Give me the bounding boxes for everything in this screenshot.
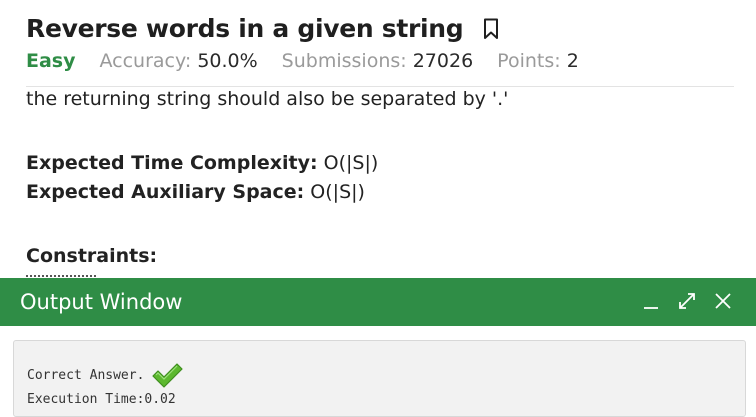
result-text: Correct Answer. [27,367,145,383]
output-window-title: Output Window [20,290,183,314]
auxiliary-space: Expected Auxiliary Space: O(|S|) [26,181,365,203]
expand-icon[interactable] [676,290,698,312]
difficulty-badge: Easy [26,50,76,72]
output-window: Output Window Correct Answer. Execution … [0,278,756,417]
auxiliary-space-value: O(|S|) [310,181,365,203]
problem-header: Reverse words in a given string Easy Acc… [26,14,734,87]
window-controls [640,290,734,312]
submissions-label: Submissions: [281,50,407,72]
points-value: 2 [566,50,579,72]
problem-meta: Easy Accuracy: 50.0% Submissions: 27026 … [26,50,603,72]
minimize-icon[interactable] [640,290,662,312]
problem-title: Reverse words in a given string [26,14,464,43]
close-icon[interactable] [712,290,734,312]
time-complexity: Expected Time Complexity: O(|S|) [26,152,378,174]
accuracy-value: 50.0% [197,50,258,72]
time-complexity-label: Expected Time Complexity: [26,152,318,174]
auxiliary-space-label: Expected Auxiliary Space: [26,181,305,203]
output-window-titlebar: Output Window [0,278,756,326]
checkmark-icon [150,361,184,389]
execution-time: Execution Time:0.02 [27,392,176,407]
result-row: Correct Answer. [27,361,184,389]
points-label: Points: [497,50,561,72]
title-row: Reverse words in a given string [26,14,499,43]
description-line: the returning string should also be sepa… [26,88,509,110]
time-complexity-value: O(|S|) [323,152,379,174]
submissions-value: 27026 [412,50,474,72]
constraints-heading: Constraints: [26,245,158,267]
accuracy-label: Accuracy: [99,50,192,72]
bookmark-icon[interactable] [483,18,499,40]
output-console: Correct Answer. Execution Time:0.02 [13,340,746,417]
